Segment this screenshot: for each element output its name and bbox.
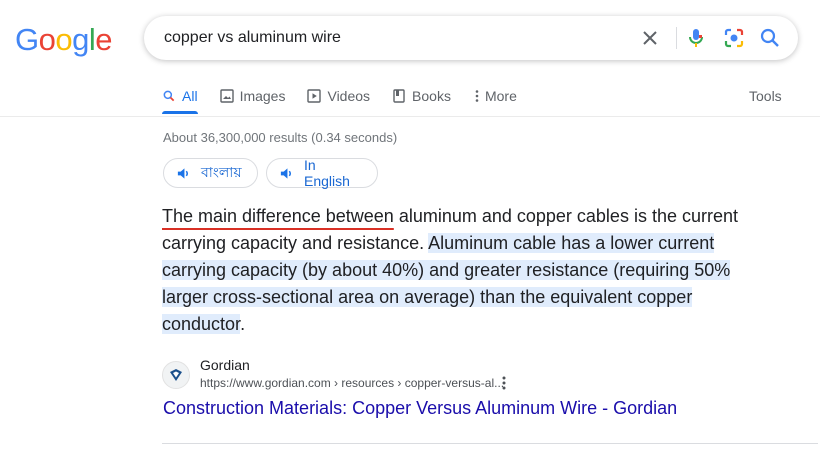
search-divider (676, 27, 677, 49)
tab-more[interactable]: More (473, 86, 517, 106)
site-name[interactable]: Gordian (200, 357, 250, 373)
logo-letter: g (72, 22, 89, 57)
tab-label: Videos (327, 88, 371, 104)
clear-icon[interactable] (638, 26, 662, 50)
speaker-icon (279, 166, 294, 181)
site-url[interactable]: https://www.gordian.com › resources › co… (200, 376, 504, 390)
microphone-icon[interactable] (684, 26, 708, 50)
tab-label: All (182, 88, 198, 104)
search-input[interactable] (164, 27, 624, 49)
book-icon (392, 89, 406, 103)
speaker-icon (176, 166, 191, 181)
more-options-icon[interactable] (499, 375, 509, 391)
search-icon (162, 89, 176, 103)
logo-letter: o (38, 22, 56, 57)
tab-label: Books (412, 88, 451, 104)
tab-books[interactable]: Books (392, 86, 451, 106)
google-logo[interactable]: Google (15, 22, 113, 58)
search-tabs: All Images Videos Books More (162, 86, 539, 112)
logo-letter: G (15, 22, 39, 57)
snippet-end: . (240, 314, 246, 334)
result-stats: About 36,300,000 results (0.34 seconds) (163, 130, 398, 145)
tab-label: Images (239, 88, 286, 104)
logo-letter: o (55, 22, 73, 57)
result-title-link[interactable]: Construction Materials: Copper Versus Al… (163, 398, 677, 419)
lang-label: In English (304, 157, 350, 189)
camera-lens-icon[interactable] (722, 26, 746, 50)
tools-button[interactable]: Tools (749, 88, 782, 104)
image-icon (219, 89, 234, 103)
dots-vertical-icon (473, 89, 481, 103)
lang-button-english[interactable]: In English (266, 157, 378, 189)
featured-snippet: The main difference between aluminum and… (162, 203, 762, 338)
logo-letter: e (95, 22, 113, 57)
lang-button-bangla[interactable]: বাংলায় (163, 158, 258, 188)
active-tab-indicator (162, 111, 198, 114)
search-icon[interactable] (758, 26, 782, 50)
result-divider (162, 443, 818, 444)
snippet-underlined-text: The main difference between (162, 206, 394, 226)
tabs-divider (0, 116, 820, 117)
search-box (144, 16, 798, 60)
tab-images[interactable]: Images (219, 86, 286, 106)
tab-videos[interactable]: Videos (307, 86, 370, 106)
play-icon (307, 89, 322, 103)
tab-all[interactable]: All (162, 86, 198, 106)
tab-label: More (484, 88, 517, 104)
lang-label: বাংলায় (201, 164, 242, 180)
site-favicon[interactable] (162, 361, 190, 389)
